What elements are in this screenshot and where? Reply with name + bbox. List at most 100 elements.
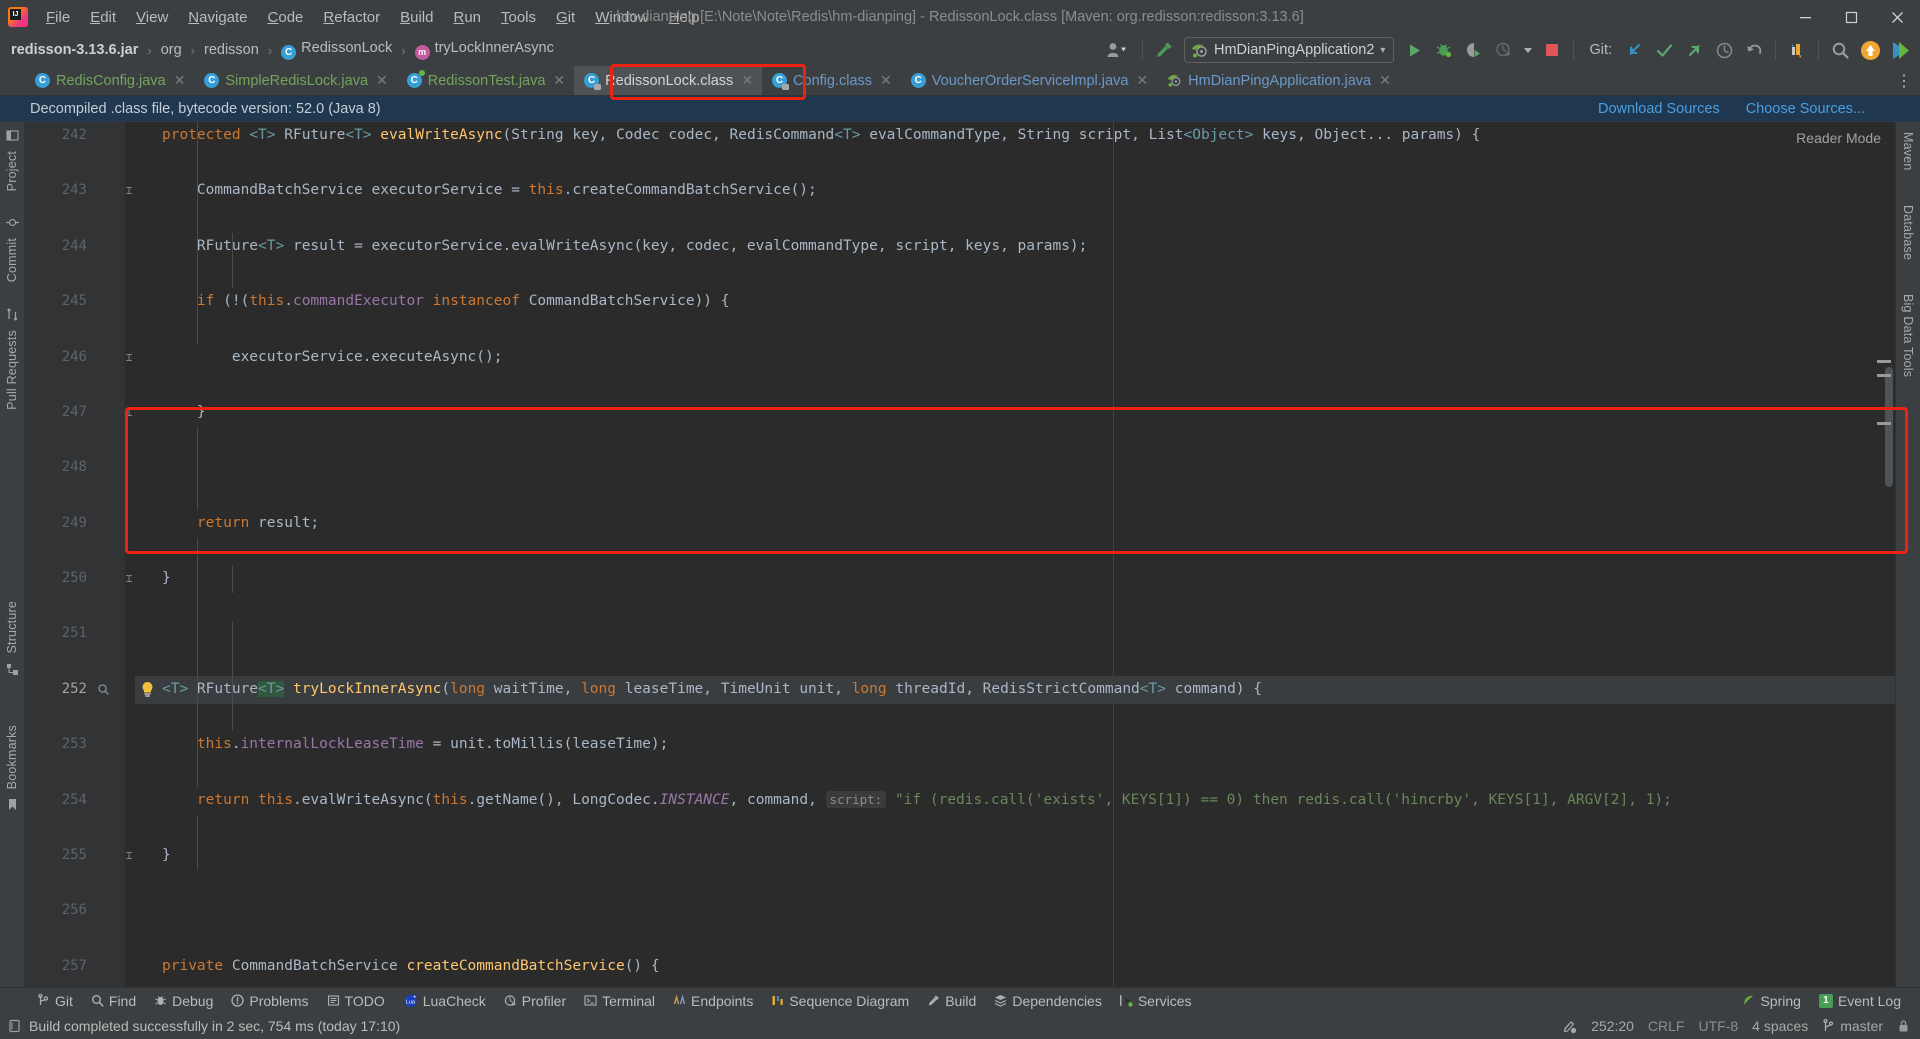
tool-window-find[interactable]: Find <box>82 991 145 1011</box>
code-line[interactable]: 255 ⌶} <box>25 842 1895 870</box>
menu-navigate[interactable]: Navigate <box>178 5 257 30</box>
indent-setting[interactable]: 4 spaces <box>1752 1018 1808 1034</box>
tab-redissonlock-class[interactable]: C RedissonLock.class ✕ <box>574 66 763 95</box>
line-separator[interactable]: CRLF <box>1648 1018 1685 1034</box>
debug-icon[interactable] <box>1430 37 1458 63</box>
tool-window-git[interactable]: Git <box>28 991 82 1011</box>
tool-window-todo[interactable]: TODO <box>318 991 394 1011</box>
sidebar-item-maven[interactable]: Maven <box>1901 126 1915 177</box>
tab-simpleredislock-java[interactable]: C SimpleRedisLock.java ✕ <box>194 66 397 95</box>
breadcrumb-org[interactable]: org <box>158 41 185 59</box>
close-icon[interactable]: ✕ <box>1379 72 1391 89</box>
download-sources-link[interactable]: Download Sources <box>1598 101 1720 117</box>
menu-window[interactable]: Window <box>585 5 658 30</box>
sidebar-item-pull-requests[interactable]: Pull Requests <box>5 324 19 416</box>
search-everywhere-icon[interactable] <box>1826 37 1854 63</box>
breadcrumb-jar[interactable]: redisson-3.13.6.jar <box>8 41 141 59</box>
stop-icon[interactable] <box>1538 37 1566 63</box>
build-hammer-icon[interactable] <box>1150 37 1178 63</box>
git-push-icon[interactable] <box>1680 37 1708 63</box>
breadcrumb-class[interactable]: C RedissonLock <box>278 39 395 61</box>
sidebar-item-bookmarks[interactable]: Bookmarks <box>5 719 19 795</box>
code-line[interactable]: 249 return result; <box>25 510 1895 538</box>
code-line[interactable]: 244 RFuture<T> result = executorService.… <box>25 233 1895 261</box>
project-view-icon[interactable] <box>5 126 19 145</box>
inspection-icon[interactable] <box>1561 1018 1577 1034</box>
code-text[interactable]: <T> RFuture<T> tryLockInnerAsync(long wa… <box>162 676 1895 704</box>
run-with-coverage-icon[interactable] <box>1460 37 1488 63</box>
maximize-button[interactable] <box>1828 0 1874 34</box>
tool-window-endpoints[interactable]: Endpoints <box>664 991 762 1011</box>
code-text[interactable]: executorService.executeAsync(); <box>162 344 1895 372</box>
code-fold-marker-icon[interactable]: ⌶ <box>123 565 135 593</box>
tool-window-build[interactable]: Build <box>918 991 985 1011</box>
menu-view[interactable]: View <box>126 5 178 30</box>
tab-hmdianpingapplication-java[interactable]: HmDianPingApplication.java ✕ <box>1157 66 1400 95</box>
profiler-icon[interactable] <box>1490 37 1518 63</box>
code-editor[interactable]: 242 protected <T> RFuture<T> evalWriteAsy… <box>25 122 1895 987</box>
source-code[interactable]: 242 protected <T> RFuture<T> evalWriteAsy… <box>25 122 1895 987</box>
menu-run[interactable]: Run <box>443 5 491 30</box>
git-update-icon[interactable] <box>1620 37 1648 63</box>
run-configuration-selector[interactable]: HmDianPingApplication2 ▾ <box>1184 37 1395 63</box>
sidebar-item-project[interactable]: Project <box>5 145 19 197</box>
tool-window-spring[interactable]: Spring <box>1733 991 1809 1011</box>
close-icon[interactable]: ✕ <box>1136 72 1148 89</box>
file-encoding[interactable]: UTF-8 <box>1698 1018 1738 1034</box>
reader-mode-label[interactable]: Reader Mode <box>1796 130 1881 146</box>
close-icon[interactable]: ✕ <box>880 72 892 89</box>
code-line[interactable]: 250 ⌶} <box>25 565 1895 593</box>
breadcrumb-redisson[interactable]: redisson <box>201 41 262 59</box>
code-line[interactable]: 254 return this.evalWriteAsync(this.getN… <box>25 787 1895 815</box>
intention-bulb-icon[interactable] <box>140 681 155 698</box>
tool-window-debug[interactable]: Debug <box>145 991 222 1011</box>
code-text[interactable]: RFuture<T> result = executorService.eval… <box>162 233 1895 261</box>
caret-position[interactable]: 252:20 <box>1591 1018 1634 1034</box>
code-line[interactable]: 247 ⌶ } <box>25 399 1895 427</box>
menu-help[interactable]: Help <box>659 5 710 30</box>
code-fold-marker-icon[interactable]: ⌶ <box>123 177 135 205</box>
editor-scrollbar[interactable] <box>1885 367 1893 487</box>
tool-window-services[interactable]: Services <box>1111 991 1201 1011</box>
code-fold-marker-icon[interactable]: ⌶ <box>123 344 135 372</box>
run-icon[interactable] <box>1400 37 1428 63</box>
bookmarks-icon[interactable] <box>6 795 19 814</box>
inspection-marker-icon[interactable] <box>97 683 110 696</box>
code-line[interactable]: 242 protected <T> RFuture<T> evalWriteAsy… <box>25 122 1895 150</box>
code-text[interactable]: } <box>162 842 1895 870</box>
bookmarks-icon[interactable] <box>1783 37 1811 63</box>
close-icon[interactable]: ✕ <box>174 72 186 89</box>
code-text[interactable]: return this.evalWriteAsync(this.getName(… <box>162 786 1895 815</box>
tool-window-dependencies[interactable]: Dependencies <box>985 991 1111 1011</box>
code-text[interactable]: } <box>162 565 1895 593</box>
menu-refactor[interactable]: Refactor <box>313 5 390 30</box>
tool-window-terminal[interactable]: Terminal <box>575 991 664 1011</box>
close-icon[interactable]: ✕ <box>376 72 388 89</box>
tool-window-luacheck[interactable]: Lua LuaCheck <box>394 991 495 1011</box>
code-text[interactable]: this.internalLockLeaseTime = unit.toMill… <box>162 731 1895 759</box>
chevron-down-icon[interactable]: ▾ <box>1380 45 1385 56</box>
tabs-overflow-icon[interactable]: ⋮ <box>1896 66 1920 95</box>
code-text[interactable]: CommandBatchService executorService = th… <box>162 177 1895 205</box>
tool-window-profiler[interactable]: Profiler <box>495 991 575 1011</box>
menu-tools[interactable]: Tools <box>491 5 546 30</box>
breadcrumb-method[interactable]: m tryLockInnerAsync <box>412 39 557 61</box>
code-line[interactable]: 245 if (!(this.commandExecutor instanceo… <box>25 288 1895 316</box>
dropdown-arrow-icon[interactable] <box>1520 37 1536 63</box>
git-branch-widget[interactable]: master <box>1822 1018 1883 1034</box>
tab-redisconfig-java[interactable]: C RedisConfig.java ✕ <box>25 66 195 95</box>
code-line[interactable]: 252 <T> RFuture<T> tryLockInnerAsync(long… <box>25 675 1895 704</box>
tab-voucherorderserviceimpl-java[interactable]: C VoucherOrderServiceImpl.java ✕ <box>900 66 1158 95</box>
tool-window-event-log[interactable]: 1 Event Log <box>1810 991 1910 1011</box>
tab-redissontest-java[interactable]: C RedissonTest.java ✕ <box>396 66 575 95</box>
git-history-icon[interactable] <box>1710 37 1738 63</box>
code-line[interactable]: 248 <box>25 454 1895 482</box>
code-line[interactable]: 251 <box>25 620 1895 648</box>
git-commit-icon[interactable] <box>1650 37 1678 63</box>
sidebar-item-structure[interactable]: Structure <box>5 595 19 660</box>
code-text[interactable]: } <box>162 399 1895 427</box>
code-line[interactable]: 246 ⌶ executorService.executeAsync(); <box>25 344 1895 372</box>
menu-file[interactable]: File <box>36 5 80 30</box>
menu-git[interactable]: Git <box>546 5 585 30</box>
choose-sources-link[interactable]: Choose Sources... <box>1746 101 1865 117</box>
